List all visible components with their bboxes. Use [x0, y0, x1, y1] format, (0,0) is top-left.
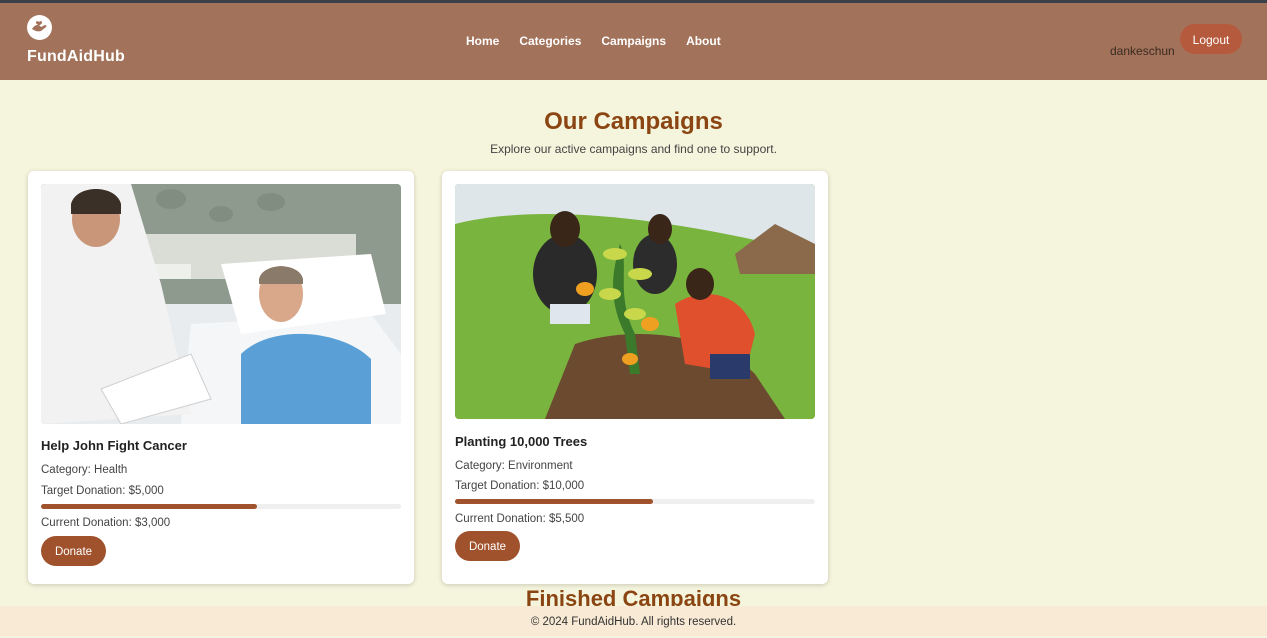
donation-progress-bar [41, 504, 401, 509]
campaign-current: Current Donation: $5,500 [455, 513, 585, 525]
campaign-image-hospital [41, 184, 401, 424]
page-subtitle: Explore our active campaigns and find on… [490, 142, 777, 156]
main-nav: Home Categories Campaigns About [466, 34, 721, 48]
campaign-current: Current Donation: $3,000 [41, 517, 171, 529]
campaign-title: Help John Fight Cancer [41, 438, 187, 453]
campaign-target: Target Donation: $10,000 [455, 480, 585, 492]
donate-button[interactable]: Donate [455, 531, 520, 561]
nav-campaigns[interactable]: Campaigns [601, 34, 666, 48]
logout-button[interactable]: Logout [1180, 24, 1242, 54]
donate-button[interactable]: Donate [41, 536, 106, 566]
campaign-category: Category: Health [41, 464, 128, 476]
campaign-category: Category: Environment [455, 460, 573, 472]
page-title: Our Campaigns [544, 108, 723, 135]
campaign-title: Planting 10,000 Trees [455, 434, 588, 449]
campaign-image-tree-planting [455, 184, 815, 419]
donation-progress-bar [455, 499, 815, 504]
campaign-card: Planting 10,000 Trees Category: Environm… [442, 171, 828, 584]
brand-name[interactable]: FundAidHub [27, 48, 125, 66]
nav-categories[interactable]: Categories [519, 34, 581, 48]
site-footer: © 2024 FundAidHub. All rights reserved. [0, 606, 1267, 636]
site-header: FundAidHub Home Categories Campaigns Abo… [0, 3, 1267, 80]
hands-heart-logo-icon [27, 15, 52, 40]
campaign-target: Target Donation: $5,000 [41, 485, 164, 497]
nav-about[interactable]: About [686, 34, 721, 48]
footer-copyright: © 2024 FundAidHub. All rights reserved. [530, 616, 737, 628]
username-label: dankeschun [1110, 44, 1175, 58]
donation-progress-fill [41, 504, 257, 509]
campaign-card: Help John Fight Cancer Category: Health … [28, 171, 414, 584]
donation-progress-fill [455, 499, 653, 504]
nav-home[interactable]: Home [466, 34, 499, 48]
